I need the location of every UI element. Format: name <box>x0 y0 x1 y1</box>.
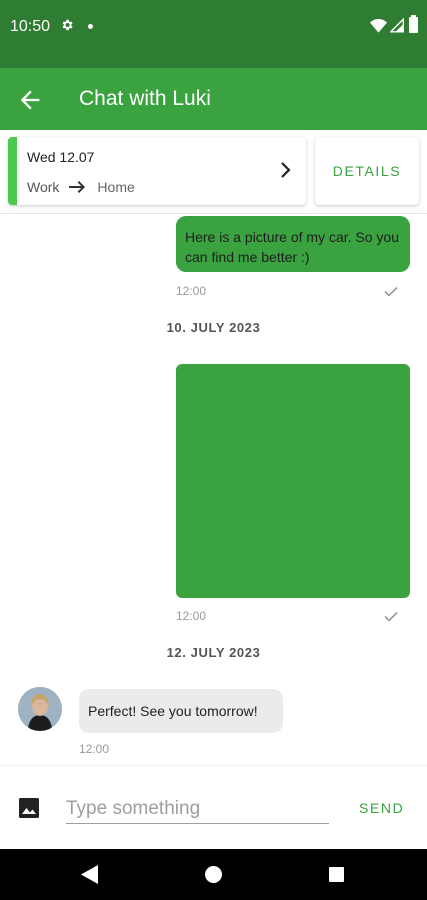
trip-date: Wed 12.07 <box>27 149 95 165</box>
image-icon[interactable] <box>19 798 39 818</box>
app-bar: Chat with Luki <box>0 68 427 130</box>
incoming-message-bubble: Perfect! See you tomorrow! <box>79 689 283 733</box>
arrow-right-icon <box>69 181 86 193</box>
divider <box>0 213 427 214</box>
notification-dot <box>88 24 93 29</box>
avatar[interactable] <box>18 687 62 731</box>
battery-icon <box>409 15 418 33</box>
trip-to: Home <box>97 179 135 195</box>
message-time: 12:00 <box>176 284 207 298</box>
send-button[interactable]: SEND <box>359 800 404 816</box>
outgoing-message-bubble: Here is a picture of my car. So you can … <box>176 216 410 272</box>
settings-icon <box>62 19 73 31</box>
image-message[interactable] <box>176 364 410 598</box>
details-button[interactable]: DETAILS <box>315 137 419 205</box>
wifi-icon <box>370 18 387 33</box>
trip-route: Work Home <box>27 179 135 195</box>
system-nav-bar <box>0 849 427 900</box>
signal-icon <box>390 18 404 33</box>
message-composer: SEND <box>0 765 427 849</box>
date-separator: 12. JULY 2023 <box>166 645 261 660</box>
message-time: 12:00 <box>79 742 110 756</box>
nav-home-icon[interactable] <box>205 866 222 883</box>
page-title: Chat with Luki <box>79 87 211 110</box>
trip-card[interactable]: Wed 12.07 Work Home <box>8 137 306 205</box>
message-time: 12:00 <box>176 609 207 623</box>
status-time: 10:50 <box>10 18 51 35</box>
date-separator: 10. JULY 2023 <box>166 320 261 335</box>
avatar-image <box>18 687 62 731</box>
nav-back-icon[interactable] <box>81 865 98 884</box>
chevron-right-icon <box>281 162 291 178</box>
back-arrow-icon[interactable] <box>16 86 44 114</box>
check-icon <box>384 287 398 297</box>
check-icon <box>384 612 398 622</box>
message-text: Perfect! See you tomorrow! <box>88 703 258 719</box>
trip-accent-bar <box>8 137 17 205</box>
message-input[interactable] <box>66 794 329 824</box>
nav-recents-icon[interactable] <box>329 867 344 882</box>
message-text: Here is a picture of my car. So you can … <box>185 229 399 265</box>
trip-from: Work <box>27 179 60 195</box>
status-bar: 10:50 <box>0 0 427 68</box>
